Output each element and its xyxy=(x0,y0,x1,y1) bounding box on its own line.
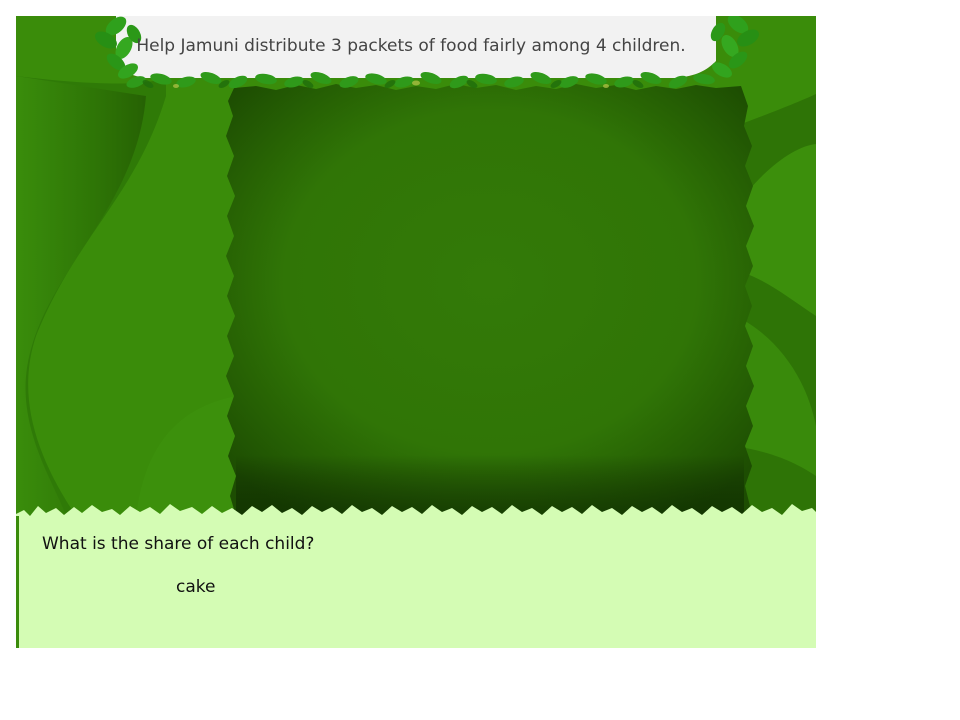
answer-unit-label: cake xyxy=(176,577,216,597)
instruction-text: Help Jamuni distribute 3 packets of food… xyxy=(136,36,686,56)
question-prompt: What is the share of each child? xyxy=(42,534,315,554)
question-panel: What is the share of each child? cake xyxy=(16,516,816,648)
game-stage: Help Jamuni distribute 3 packets of food… xyxy=(16,16,816,648)
